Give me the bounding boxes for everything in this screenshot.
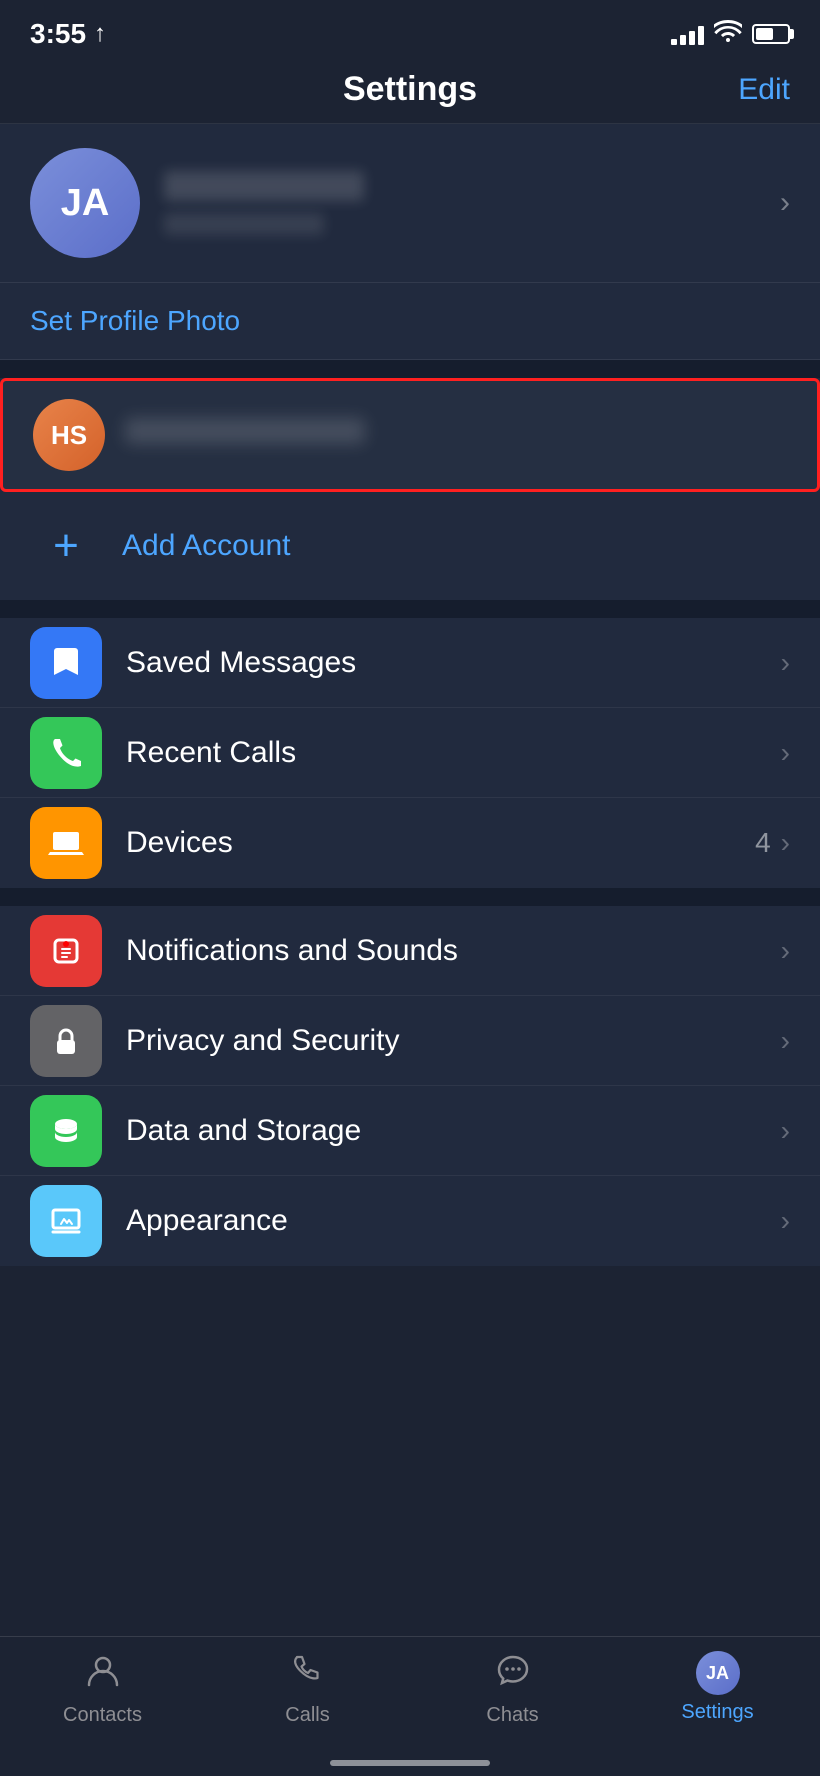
saved-messages-row[interactable]: Saved Messages › xyxy=(0,618,820,708)
set-profile-photo-button[interactable]: Set Profile Photo xyxy=(30,305,240,336)
notifications-icon-bg xyxy=(30,915,102,987)
calls-tab-label: Calls xyxy=(285,1704,329,1727)
settings-tab-label: Settings xyxy=(681,1701,753,1724)
contacts-tab-icon xyxy=(84,1651,122,1698)
notifications-chevron: › xyxy=(781,935,790,967)
profile-phone xyxy=(164,213,324,235)
chats-tab-label: Chats xyxy=(486,1704,538,1727)
profile-info xyxy=(164,171,770,235)
tab-calls[interactable]: Calls xyxy=(205,1651,410,1727)
add-account-label: Add Account xyxy=(122,529,290,563)
devices-badge: 4 xyxy=(755,827,771,859)
chats-tab-icon xyxy=(494,1651,532,1698)
appearance-icon xyxy=(45,1200,87,1242)
recent-calls-label: Recent Calls xyxy=(126,736,781,770)
section-divider-1 xyxy=(0,360,820,378)
avatar: JA xyxy=(30,148,140,258)
privacy-label: Privacy and Security xyxy=(126,1024,781,1058)
tab-bar: Contacts Calls Chats JA Settings xyxy=(0,1636,820,1776)
section-divider-3 xyxy=(0,888,820,906)
privacy-row[interactable]: Privacy and Security › xyxy=(0,996,820,1086)
tab-contacts[interactable]: Contacts xyxy=(0,1651,205,1727)
set-profile-photo-section: Set Profile Photo xyxy=(0,283,820,360)
lock-icon xyxy=(45,1020,87,1062)
data-storage-row[interactable]: Data and Storage › xyxy=(0,1086,820,1176)
settings-tab-avatar: JA xyxy=(696,1651,740,1695)
notifications-label: Notifications and Sounds xyxy=(126,934,781,968)
status-icons xyxy=(671,20,790,48)
second-account-avatar: HS xyxy=(33,399,105,471)
saved-messages-label: Saved Messages xyxy=(126,646,781,680)
recent-calls-row[interactable]: Recent Calls › xyxy=(0,708,820,798)
signal-bars-icon xyxy=(671,23,704,45)
recent-calls-icon-bg xyxy=(30,717,102,789)
data-icon xyxy=(45,1110,87,1152)
phone-icon xyxy=(45,732,87,774)
status-bar: 3:55 ↑ xyxy=(0,0,820,60)
menu-section-2: Notifications and Sounds › Privacy and S… xyxy=(0,906,820,1266)
location-icon: ↑ xyxy=(94,20,106,48)
data-storage-label: Data and Storage xyxy=(126,1114,781,1148)
notifications-row[interactable]: Notifications and Sounds › xyxy=(0,906,820,996)
wifi-icon xyxy=(714,20,742,48)
devices-chevron: › xyxy=(781,827,790,859)
profile-name xyxy=(164,171,364,201)
laptop-icon xyxy=(45,822,87,864)
tab-settings[interactable]: JA Settings xyxy=(615,1651,820,1724)
battery-icon xyxy=(752,24,790,44)
page-title: Settings xyxy=(343,70,477,109)
saved-messages-icon-bg xyxy=(30,627,102,699)
home-indicator xyxy=(330,1760,490,1766)
contacts-tab-label: Contacts xyxy=(63,1704,142,1727)
edit-button[interactable]: Edit xyxy=(738,73,790,107)
devices-icon-bg xyxy=(30,807,102,879)
chevron-right-icon: › xyxy=(780,186,790,220)
add-icon: + xyxy=(30,510,102,582)
menu-section-1: Saved Messages › Recent Calls › Devices … xyxy=(0,618,820,888)
tab-chats[interactable]: Chats xyxy=(410,1651,615,1727)
privacy-chevron: › xyxy=(781,1025,790,1057)
data-storage-chevron: › xyxy=(781,1115,790,1147)
privacy-icon-bg xyxy=(30,1005,102,1077)
saved-messages-chevron: › xyxy=(781,647,790,679)
second-account-name xyxy=(125,418,365,444)
devices-label: Devices xyxy=(126,826,755,860)
status-time: 3:55 xyxy=(30,18,86,50)
appearance-label: Appearance xyxy=(126,1204,781,1238)
accounts-section: HS + Add Account xyxy=(0,378,820,600)
appearance-icon-bg xyxy=(30,1185,102,1257)
second-account-row[interactable]: HS xyxy=(0,378,820,492)
second-account-info xyxy=(125,418,787,452)
appearance-row[interactable]: Appearance › xyxy=(0,1176,820,1266)
appearance-chevron: › xyxy=(781,1205,790,1237)
devices-row[interactable]: Devices 4 › xyxy=(0,798,820,888)
profile-row[interactable]: JA › xyxy=(0,124,820,283)
section-divider-2 xyxy=(0,600,820,618)
bookmark-icon xyxy=(45,642,87,684)
calls-tab-icon xyxy=(289,1651,327,1698)
recent-calls-chevron: › xyxy=(781,737,790,769)
nav-bar: Settings Edit xyxy=(0,60,820,124)
add-account-row[interactable]: + Add Account xyxy=(0,492,820,600)
notifications-icon xyxy=(45,930,87,972)
data-icon-bg xyxy=(30,1095,102,1167)
